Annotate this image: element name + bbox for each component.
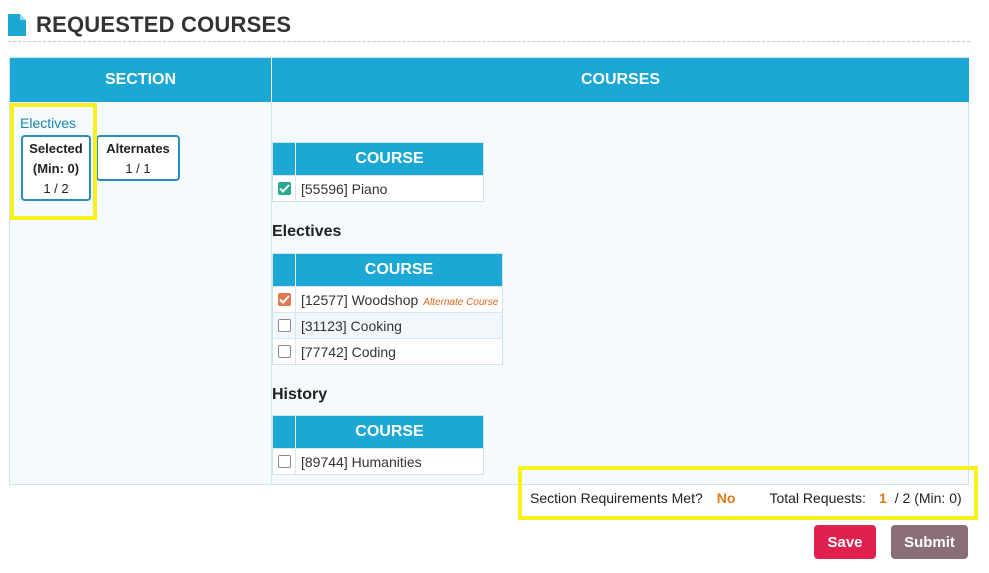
course-column-header: COURSE [296,416,483,448]
group-title-history: History [272,386,328,403]
course-checkbox[interactable] [277,319,291,332]
course-name: [55596] Piano [301,180,388,197]
course-table-header: COURSE [273,143,483,175]
checkbox-cell [273,339,296,364]
course-row[interactable]: [12577] Woodshop Alternate Course [273,286,502,312]
course-row[interactable]: [55596] Piano [273,175,483,201]
highlight-box-section-stats [10,103,97,220]
checkbox-cell [273,449,296,474]
course-table-history: COURSE [89744] Humanities [272,415,484,475]
course-name-cell: [12577] Woodshop Alternate Course [296,292,498,308]
checkbox-cell [273,287,296,312]
section-column-header: SECTION [10,58,271,102]
checkbox-column-header [273,416,296,448]
course-table-header: COURSE [273,416,483,448]
check-icon [278,184,290,193]
course-name: [31123] Cooking [301,317,402,334]
document-icon [8,13,26,36]
course-name: [89744] Humanities [301,453,422,470]
course-checkbox[interactable] [277,182,291,195]
checkbox-cell [273,176,296,201]
highlight-box-summary [518,466,978,520]
course-row[interactable]: [31123] Cooking [273,312,502,338]
save-button[interactable]: Save [814,525,876,559]
course-row[interactable]: [77742] Coding [273,338,502,364]
alternates-count-box: Alternates 1 / 1 [96,135,180,181]
course-column-header: COURSE [296,254,502,286]
page-header: REQUESTED COURSES [8,8,970,42]
course-table-electives: COURSE [12577] Woodshop Alternate Course … [272,253,503,365]
check-icon [278,295,290,304]
page-title: REQUESTED COURSES [36,11,292,37]
group-title-electives: Electives [272,223,342,240]
alternates-count-value: 1 / 1 [125,161,151,176]
course-checkbox[interactable] [277,455,291,468]
courses-column-header: COURSES [271,58,969,102]
alternates-label: Alternates [106,141,170,156]
checkbox-column-header [273,254,296,286]
course-table-general: COURSE [55596] Piano [272,142,484,202]
course-table-header: COURSE [273,254,502,286]
course-row[interactable]: [89744] Humanities [273,448,483,474]
course-checkbox[interactable] [277,345,291,358]
alternate-course-tag: Alternate Course [423,296,499,308]
checkbox-cell [273,313,296,338]
checkbox-column-header [273,143,296,175]
course-name: [12577] Woodshop [301,291,419,308]
submit-button[interactable]: Submit [891,525,968,559]
course-column-header: COURSE [296,143,483,175]
course-name: [77742] Coding [301,343,396,360]
course-checkbox[interactable] [277,293,291,306]
